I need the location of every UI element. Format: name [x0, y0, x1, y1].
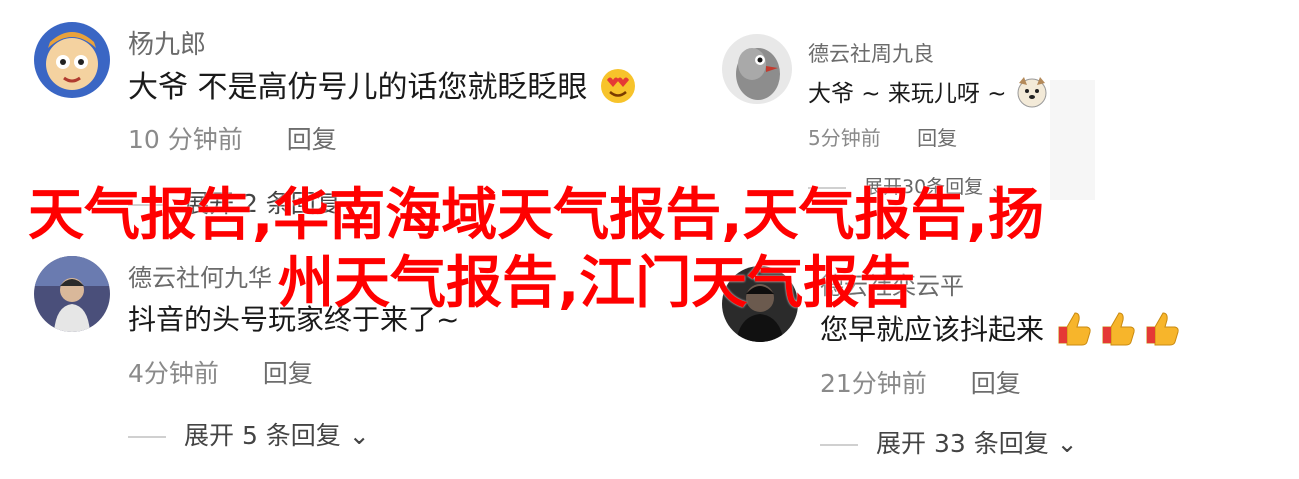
expand-replies-button[interactable]: 展开 5 条回复 ⌄ — [128, 416, 370, 452]
overlay-title-line-2: 州天气报告,江门天气报告 — [278, 251, 916, 316]
expand-label: 展开 5 条回复 — [184, 421, 341, 450]
comment-time: 10 分钟前 — [128, 125, 243, 154]
comment-text: 大爷 ~ 来玩儿呀 ~ — [808, 74, 1050, 115]
overlay-title-line-1: 天气报告,华南海域天气报告,天气报告,扬 — [28, 183, 1044, 248]
expand-label: 展开 33 条回复 — [876, 429, 1049, 458]
comment-meta: 4分钟前 回复 — [128, 354, 313, 390]
comment-time: 4分钟前 — [128, 359, 219, 388]
reply-button[interactable]: 回复 — [263, 359, 313, 388]
chevron-down-icon: ⌄ — [1048, 429, 1078, 458]
divider-line — [128, 436, 166, 438]
comment-username[interactable]: 杨九郎 — [128, 24, 206, 61]
reply-button[interactable]: 回复 — [971, 369, 1021, 398]
expand-replies-button[interactable]: 展开 33 条回复 ⌄ — [820, 424, 1078, 460]
avatar[interactable] — [722, 34, 792, 104]
comment-text-body: 大爷 ~ 来玩儿呀 ~ — [808, 81, 1007, 107]
overlay-title: 天气报告,华南海域天气报告,天气报告,扬 州天气报告,江门天气报告 — [28, 182, 1178, 318]
comment-meta: 5分钟前 回复 — [808, 122, 957, 151]
comment-time: 5分钟前 — [808, 126, 881, 150]
avatar[interactable] — [34, 22, 110, 98]
reply-button[interactable]: 回复 — [917, 126, 957, 150]
comment-text: 大爷 不是高仿号儿的话您就眨眨眼 — [128, 62, 639, 112]
divider-line — [820, 444, 858, 446]
comment-text-body: 大爷 不是高仿号儿的话您就眨眨眼 — [128, 70, 588, 105]
heart-eyes-emoji-icon — [597, 66, 639, 112]
pigeon-avatar-icon — [722, 34, 792, 104]
chevron-down-icon: ⌄ — [340, 421, 370, 450]
cartoon-avatar-icon — [34, 22, 110, 98]
reply-button[interactable]: 回复 — [287, 125, 337, 154]
comment-time: 21分钟前 — [820, 369, 927, 398]
comment-meta: 21分钟前 回复 — [820, 364, 1021, 400]
dog-face-emoji-icon — [1014, 75, 1050, 115]
comment-meta: 10 分钟前 回复 — [128, 120, 337, 156]
comment-username[interactable]: 德云社周九良 — [808, 38, 934, 68]
